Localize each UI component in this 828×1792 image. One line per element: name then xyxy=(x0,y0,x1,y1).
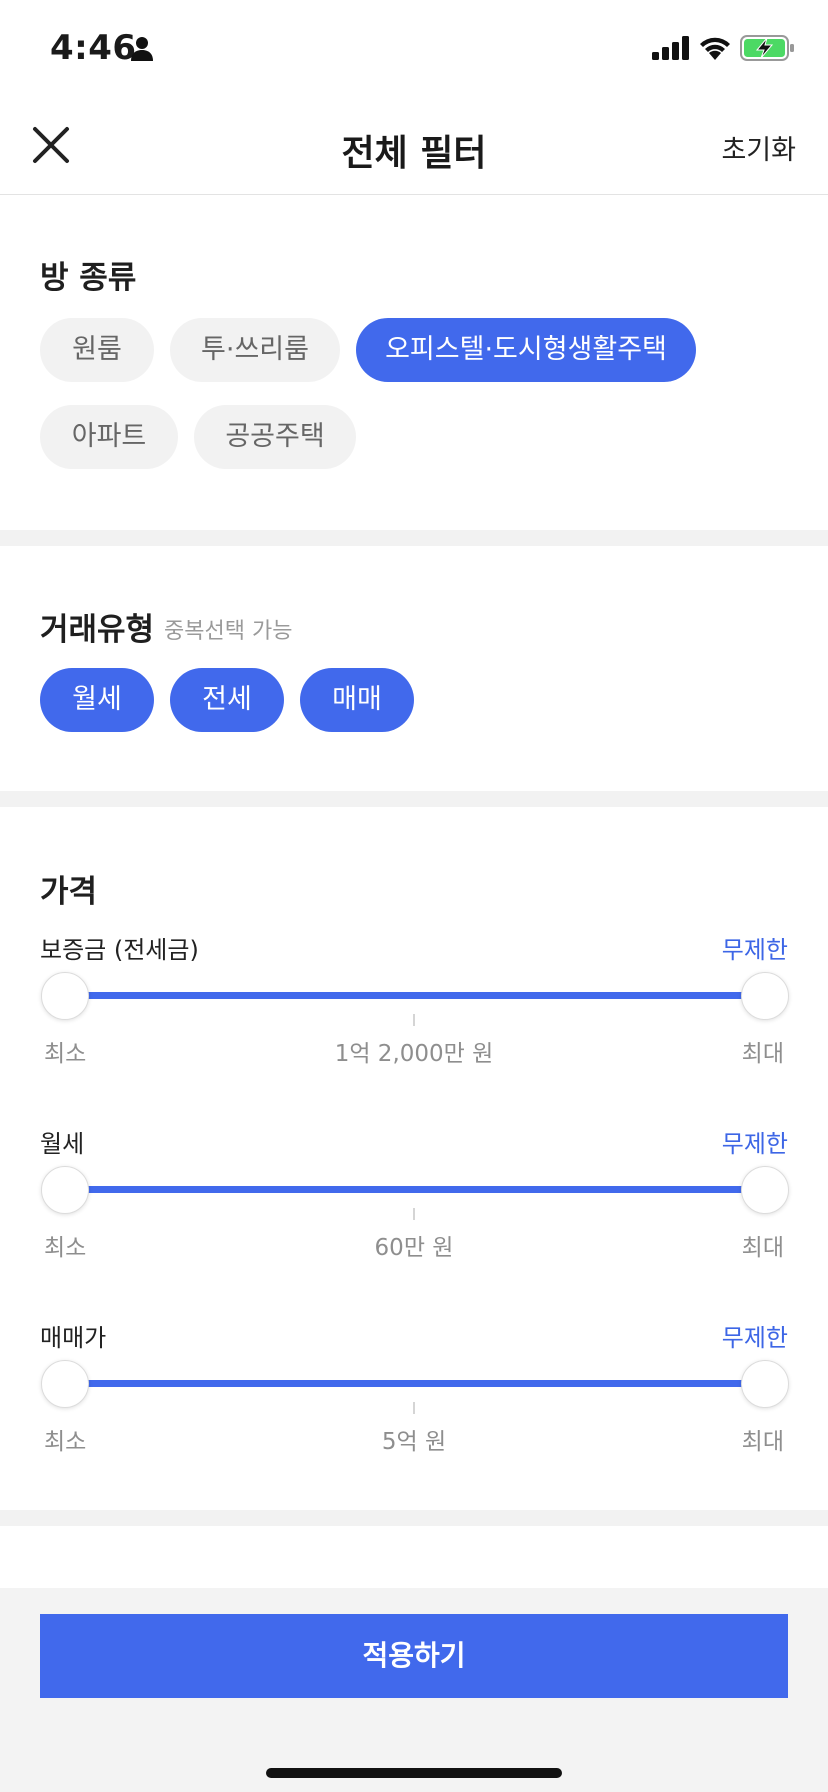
header: 전체 필터 초기화 xyxy=(0,100,828,195)
deposit-slider-max-knob[interactable] xyxy=(741,972,789,1020)
sale-slider-tick xyxy=(413,1402,415,1414)
deposit-slider-track[interactable] xyxy=(64,992,764,999)
chip-room-public-housing[interactable]: 공공주택 xyxy=(194,405,356,469)
page-title: 전체 필터 xyxy=(341,133,487,174)
deal-type-title: 거래유형 xyxy=(40,612,155,648)
rent-slider-track[interactable] xyxy=(64,1186,764,1193)
sale-scale-mid: 5억 원 xyxy=(381,1429,447,1455)
sale-slider-track[interactable] xyxy=(64,1380,764,1387)
deal-type-hint: 중복선택 가능 xyxy=(164,619,293,644)
status-bar: 4:46 xyxy=(0,0,828,100)
deposit-scale-max: 최대 xyxy=(741,1041,784,1067)
sale-slider-fill xyxy=(64,1380,764,1387)
deposit-slider-label: 보증금 (전세금) xyxy=(40,936,199,964)
section-divider xyxy=(0,791,828,807)
battery-charging-icon xyxy=(740,35,794,61)
status-time: 4:46 xyxy=(50,28,137,68)
deposit-slider-tick xyxy=(413,1014,415,1026)
rent-slider-label: 월세 xyxy=(40,1130,85,1158)
rent-slider-min-knob[interactable] xyxy=(41,1166,89,1214)
room-type-title: 방 종류 xyxy=(40,260,137,296)
deposit-slider-value: 무제한 xyxy=(721,936,788,964)
price-title: 가격 xyxy=(40,874,98,910)
chip-room-officetel[interactable]: 오피스텔·도시형생활주택 xyxy=(356,318,696,382)
close-icon[interactable] xyxy=(30,124,72,166)
deposit-slider-fill xyxy=(64,992,764,999)
sale-scale-max: 최대 xyxy=(741,1429,784,1455)
chip-room-apartment[interactable]: 아파트 xyxy=(40,405,178,469)
rent-slider-max-knob[interactable] xyxy=(741,1166,789,1214)
rent-slider-tick xyxy=(413,1208,415,1220)
section-divider xyxy=(0,1510,828,1526)
home-indicator xyxy=(266,1768,562,1778)
wifi-icon xyxy=(700,37,730,60)
chip-room-tworoom[interactable]: 투·쓰리룸 xyxy=(170,318,340,382)
sale-slider-max-knob[interactable] xyxy=(741,1360,789,1408)
rent-slider-value: 무제한 xyxy=(721,1130,788,1158)
sale-slider-min-knob[interactable] xyxy=(41,1360,89,1408)
sale-slider-label: 매매가 xyxy=(40,1324,107,1352)
deposit-scale-mid: 1억 2,000만 원 xyxy=(334,1041,494,1067)
signal-icon xyxy=(652,36,689,60)
rent-slider-fill xyxy=(64,1186,764,1193)
sale-slider-value: 무제한 xyxy=(721,1324,788,1352)
footer: 적용하기 xyxy=(0,1588,828,1792)
chip-room-oneroom[interactable]: 원룸 xyxy=(40,318,154,382)
chip-deal-jeonse[interactable]: 전세 xyxy=(170,668,284,732)
person-icon xyxy=(131,37,153,61)
section-divider xyxy=(0,530,828,546)
reset-button[interactable]: 초기화 xyxy=(721,128,796,167)
rent-scale-mid: 60만 원 xyxy=(374,1235,454,1261)
apply-button[interactable]: 적용하기 xyxy=(40,1614,788,1698)
rent-scale-max: 최대 xyxy=(741,1235,784,1261)
chip-deal-sale[interactable]: 매매 xyxy=(300,668,414,732)
deposit-slider-min-knob[interactable] xyxy=(41,972,89,1020)
chip-deal-monthly[interactable]: 월세 xyxy=(40,668,154,732)
